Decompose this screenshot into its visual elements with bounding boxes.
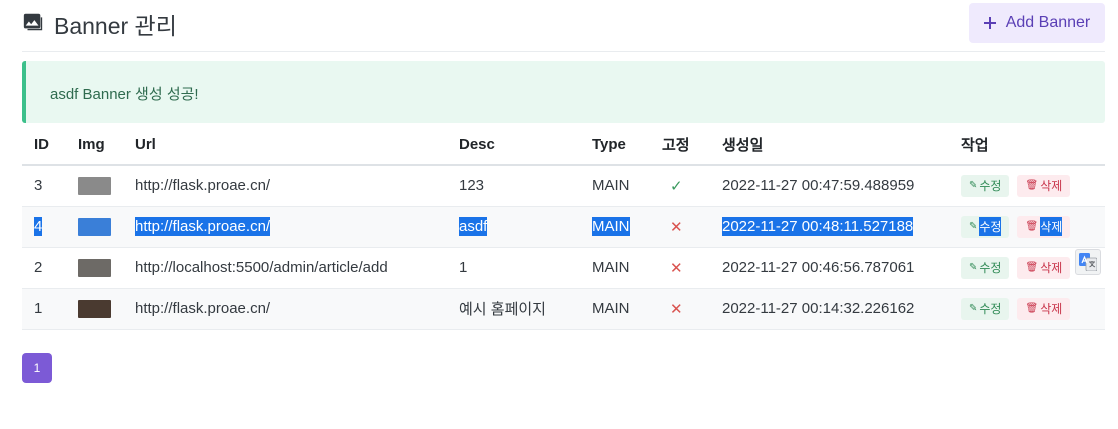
cell-id: 2 [22,247,66,289]
cell-id-text: 4 [34,217,43,236]
cell-type: MAIN [580,206,650,248]
cell-type: MAIN [580,288,650,330]
delete-button[interactable]: 🗑 삭제 [1017,215,1071,238]
col-url: Url [123,124,447,166]
cell-created: 2022-11-27 00:47:59.488959 [710,165,949,207]
cell-id: 1 [22,288,66,330]
table-header-row: ID Img Url Desc Type 고정 생성일 작업 [22,124,1105,166]
col-actions: 작업 [949,124,1105,166]
edit-label: 수정 [979,179,1002,194]
table-row: 4 http://flask.proae.cn/ asdf MAIN ✕ 202… [22,206,1105,248]
col-id: ID [22,124,66,166]
close-icon: ✕ [670,218,683,236]
google-translate-icon [1079,253,1097,271]
page-title: Banner 관리 [54,13,177,39]
cell-fixed: ✓ [650,165,710,207]
plus-icon [983,17,996,29]
col-type: Type [580,124,650,166]
banner-thumbnail[interactable] [78,217,111,236]
pagination-page-1[interactable]: 1 [22,353,52,383]
cell-created: 2022-11-27 00:46:56.787061 [710,247,949,289]
edit-icon: ✎ [969,262,978,273]
cell-created: 2022-11-27 00:14:32.226162 [710,288,949,330]
banner-thumbnail[interactable] [78,176,111,195]
delete-button[interactable]: 🗑 삭제 [1017,174,1071,197]
cell-actions: ✎ 수정 🗑 삭제 [949,206,1105,248]
edit-button[interactable]: ✎ 수정 [961,297,1010,320]
delete-label: 삭제 [1040,302,1063,316]
cell-url: http://localhost:5500/admin/article/add [123,247,447,289]
edit-icon: ✎ [969,303,978,314]
cell-url-text: http://flask.proae.cn/ [135,217,271,236]
edit-icon: ✎ [969,221,978,232]
cell-img [66,206,123,248]
add-banner-button[interactable]: Add Banner [969,3,1105,43]
col-desc: Desc [447,124,580,166]
edit-label: 수정 [979,217,1002,236]
cell-desc: 예시 홈페이지 [447,288,580,330]
edit-label: 수정 [979,261,1002,275]
alert-message: asdf Banner 생성 성공! [50,86,199,103]
table-row: 3 http://flask.proae.cn/ 123 MAIN ✓ 2022… [22,165,1105,207]
edit-button[interactable]: ✎ 수정 [961,215,1010,238]
success-alert: asdf Banner 생성 성공! [22,61,1105,123]
cell-img [66,288,123,330]
add-banner-label: Add Banner [1005,14,1091,31]
trash-icon: 🗑 [1025,303,1039,314]
cell-desc-text: asdf [459,217,488,236]
cell-url: http://flask.proae.cn/ [123,288,447,330]
translate-icon[interactable] [1075,249,1101,275]
cell-id: 4 [22,206,66,248]
banner-thumbnail[interactable] [78,258,111,277]
banner-thumbnail[interactable] [78,299,111,318]
banner-table: ID Img Url Desc Type 고정 생성일 작업 3 http://… [22,124,1105,330]
table-row: 1 http://flask.proae.cn/ 예시 홈페이지 MAIN ✕ … [22,288,1105,330]
trash-icon: 🗑 [1025,221,1039,232]
cell-type: MAIN [580,247,650,289]
check-icon: ✓ [670,177,683,195]
trash-icon: 🗑 [1025,262,1039,273]
trash-icon: 🗑 [1025,180,1039,192]
col-img: Img [66,124,123,166]
cell-fixed: ✕ [650,206,710,248]
cell-created-text: 2022-11-27 00:48:11.527188 [722,217,914,236]
cell-url: http://flask.proae.cn/ [123,165,447,207]
cell-img [66,165,123,207]
edit-button[interactable]: ✎ 수정 [961,174,1010,197]
cell-url: http://flask.proae.cn/ [123,206,447,248]
cell-id: 3 [22,165,66,207]
cell-desc: 1 [447,247,580,289]
cell-img [66,247,123,289]
edit-button[interactable]: ✎ 수정 [961,256,1010,279]
delete-label: 삭제 [1040,179,1063,194]
cell-desc: asdf [447,206,580,248]
delete-button[interactable]: 🗑 삭제 [1017,297,1071,320]
cell-type-text: MAIN [592,217,630,236]
cell-fixed: ✕ [650,288,710,330]
col-fixed: 고정 [650,124,710,166]
edit-label: 수정 [979,302,1002,316]
close-icon: ✕ [670,259,683,277]
delete-button[interactable]: 🗑 삭제 [1017,256,1071,279]
cell-actions: ✎ 수정 🗑 삭제 [949,288,1105,330]
image-icon [23,13,43,31]
cell-fixed: ✕ [650,247,710,289]
table-row: 2 http://localhost:5500/admin/article/ad… [22,247,1105,289]
cell-desc: 123 [447,165,580,207]
delete-label: 삭제 [1040,261,1063,275]
cell-actions: ✎ 수정 🗑 삭제 [949,165,1105,207]
cell-type: MAIN [580,165,650,207]
delete-label: 삭제 [1040,217,1063,236]
col-created: 생성일 [710,124,949,166]
page-header: Banner 관리 Add Banner [22,0,1105,52]
close-icon: ✕ [670,300,683,318]
cell-created: 2022-11-27 00:48:11.527188 [710,206,949,248]
edit-icon: ✎ [969,180,978,192]
